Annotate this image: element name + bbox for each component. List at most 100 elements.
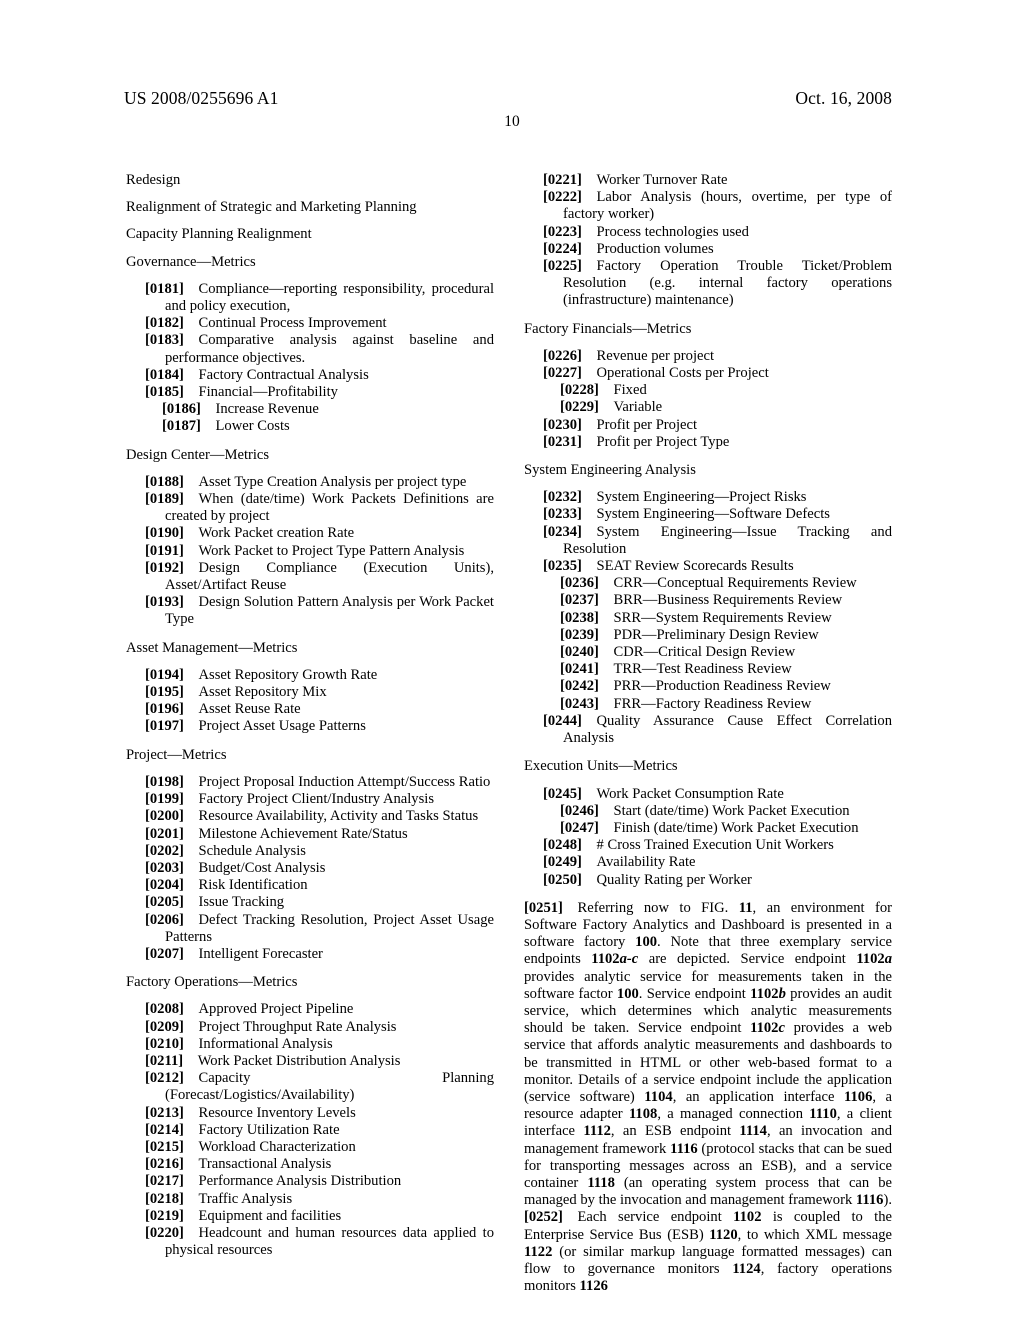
paragraph-number: [0199] <box>145 791 184 808</box>
paragraph-text: Each service endpoint 1102 is coupled to… <box>524 1209 892 1295</box>
paragraph-item: [0220] Headcount and human resources dat… <box>145 1225 494 1259</box>
paragraph-text: System Engineering—Issue Tracking and Re… <box>563 523 892 557</box>
paragraph-item: [0215] Workload Characterization <box>145 1139 494 1156</box>
reference-numeral: 1122 <box>524 1243 553 1260</box>
paragraph-item: [0214] Factory Utilization Rate <box>145 1122 494 1139</box>
running-head: US 2008/0255696 A1 Oct. 16, 2008 <box>124 88 892 109</box>
paragraph-item: [0223] Process technologies used <box>543 224 892 241</box>
paragraph-number: [0183] <box>145 332 184 349</box>
paragraph-item: [0190] Work Packet creation Rate <box>145 525 494 542</box>
paragraph-number: [0238] <box>560 609 599 626</box>
paragraph-number: [0197] <box>145 718 184 735</box>
paragraph-number: [0198] <box>145 773 184 790</box>
paragraph-text: CRR—Conceptual Requirements Review <box>613 575 857 592</box>
paragraph-number: [0232] <box>543 489 582 506</box>
paragraph-text: Production volumes <box>596 240 714 257</box>
publication-date: Oct. 16, 2008 <box>795 88 892 108</box>
paragraph-number: [0194] <box>145 666 184 683</box>
paragraph-item: [0193] Design Solution Pattern Analysis … <box>145 594 494 628</box>
paragraph-number: [0190] <box>145 525 184 542</box>
paragraph-text: Compliance—reporting responsibility, pro… <box>165 280 494 315</box>
paragraph-item: [0237] BRR—Business Requirements Review <box>560 592 892 609</box>
reference-numeral: 1104 <box>644 1088 673 1105</box>
paragraph-text: Project Asset Usage Patterns <box>198 718 366 735</box>
paragraph-item: [0200] Resource Availability, Activity a… <box>145 808 494 825</box>
paragraph-text: Asset Repository Growth Rate <box>198 666 378 683</box>
paragraph-item: [0230] Profit per Project <box>543 417 892 434</box>
paragraph-item: [0238] SRR—System Requirements Review <box>560 610 892 627</box>
paragraph-text: Budget/Cost Analysis <box>198 859 326 876</box>
paragraph-number: [0244] <box>543 712 582 729</box>
paragraph-number: [0235] <box>543 558 582 575</box>
paragraph-item: [0243] FRR—Factory Readiness Review <box>560 696 892 713</box>
reference-suffix: a-c <box>619 951 639 968</box>
paragraph-number: [0205] <box>145 894 184 911</box>
paragraph-number: [0228] <box>560 382 599 399</box>
section-heading-r2: Execution Units—Metrics <box>524 758 678 775</box>
paragraph-item: [0209] Project Throughput Rate Analysis <box>145 1019 494 1036</box>
paragraph-number: [0246] <box>560 802 599 819</box>
reference-numeral: 1126 <box>579 1278 608 1295</box>
paragraph-item: [0194] Asset Repository Growth Rate <box>145 667 494 684</box>
paragraph-text: Performance Analysis Distribution <box>198 1173 402 1190</box>
paragraph-item: [0228] Fixed <box>560 382 892 399</box>
paragraph-item: [0224] Production volumes <box>543 241 892 258</box>
paragraph-item: [0225] Factory Operation Trouble Ticket/… <box>543 258 892 310</box>
reference-numeral: 1120 <box>709 1226 738 1243</box>
paragraph-number: [0196] <box>145 701 184 718</box>
paragraph-number: [0230] <box>543 416 582 433</box>
paragraph-item: [0236] CRR—Conceptual Requirements Revie… <box>560 575 892 592</box>
paragraph-number: [0207] <box>145 945 184 962</box>
paragraph-item: [0245] Work Packet Consumption Rate <box>543 786 892 803</box>
paragraph-text: Transactional Analysis <box>198 1156 332 1173</box>
paragraph-text: Process technologies used <box>596 223 749 240</box>
paragraph-text: Factory Utilization Rate <box>198 1121 340 1138</box>
paragraph-number: [0189] <box>145 491 184 508</box>
paragraph-item: [0189] When (date/time) Work Packets Def… <box>145 491 494 525</box>
paragraph-number: [0210] <box>145 1035 184 1052</box>
paragraph-item: [0199] Factory Project Client/Industry A… <box>145 791 494 808</box>
paragraph-number: [0185] <box>145 384 184 401</box>
paragraph-text: Profit per Project <box>596 416 698 433</box>
paragraph-text: Increase Revenue <box>215 401 319 418</box>
paragraph-text: Intelligent Forecaster <box>198 945 323 962</box>
paragraph-item: [0213] Resource Inventory Levels <box>145 1105 494 1122</box>
paragraph-text: Work Packet Consumption Rate <box>596 785 784 802</box>
paragraph-text: Factory Project Client/Industry Analysis <box>198 791 435 808</box>
reference-numeral: 1124 <box>732 1260 761 1277</box>
paragraph-number: [0231] <box>543 433 582 450</box>
paragraph-item: [0212] Capacity Planning (Forecast/Logis… <box>145 1070 494 1104</box>
paragraph-number: [0195] <box>145 684 184 701</box>
paragraph-list: [0198] Project Proposal Induction Attemp… <box>126 774 494 963</box>
paragraph-item: [0232] System Engineering—Project Risks <box>543 489 892 506</box>
paragraph-number: [0188] <box>145 473 184 490</box>
section-heading-r1: System Engineering Analysis <box>524 462 696 479</box>
paragraph-item: [0197] Project Asset Usage Patterns <box>145 718 494 735</box>
left-column: Redesign Realignment of Strategic and Mar… <box>126 172 494 1259</box>
